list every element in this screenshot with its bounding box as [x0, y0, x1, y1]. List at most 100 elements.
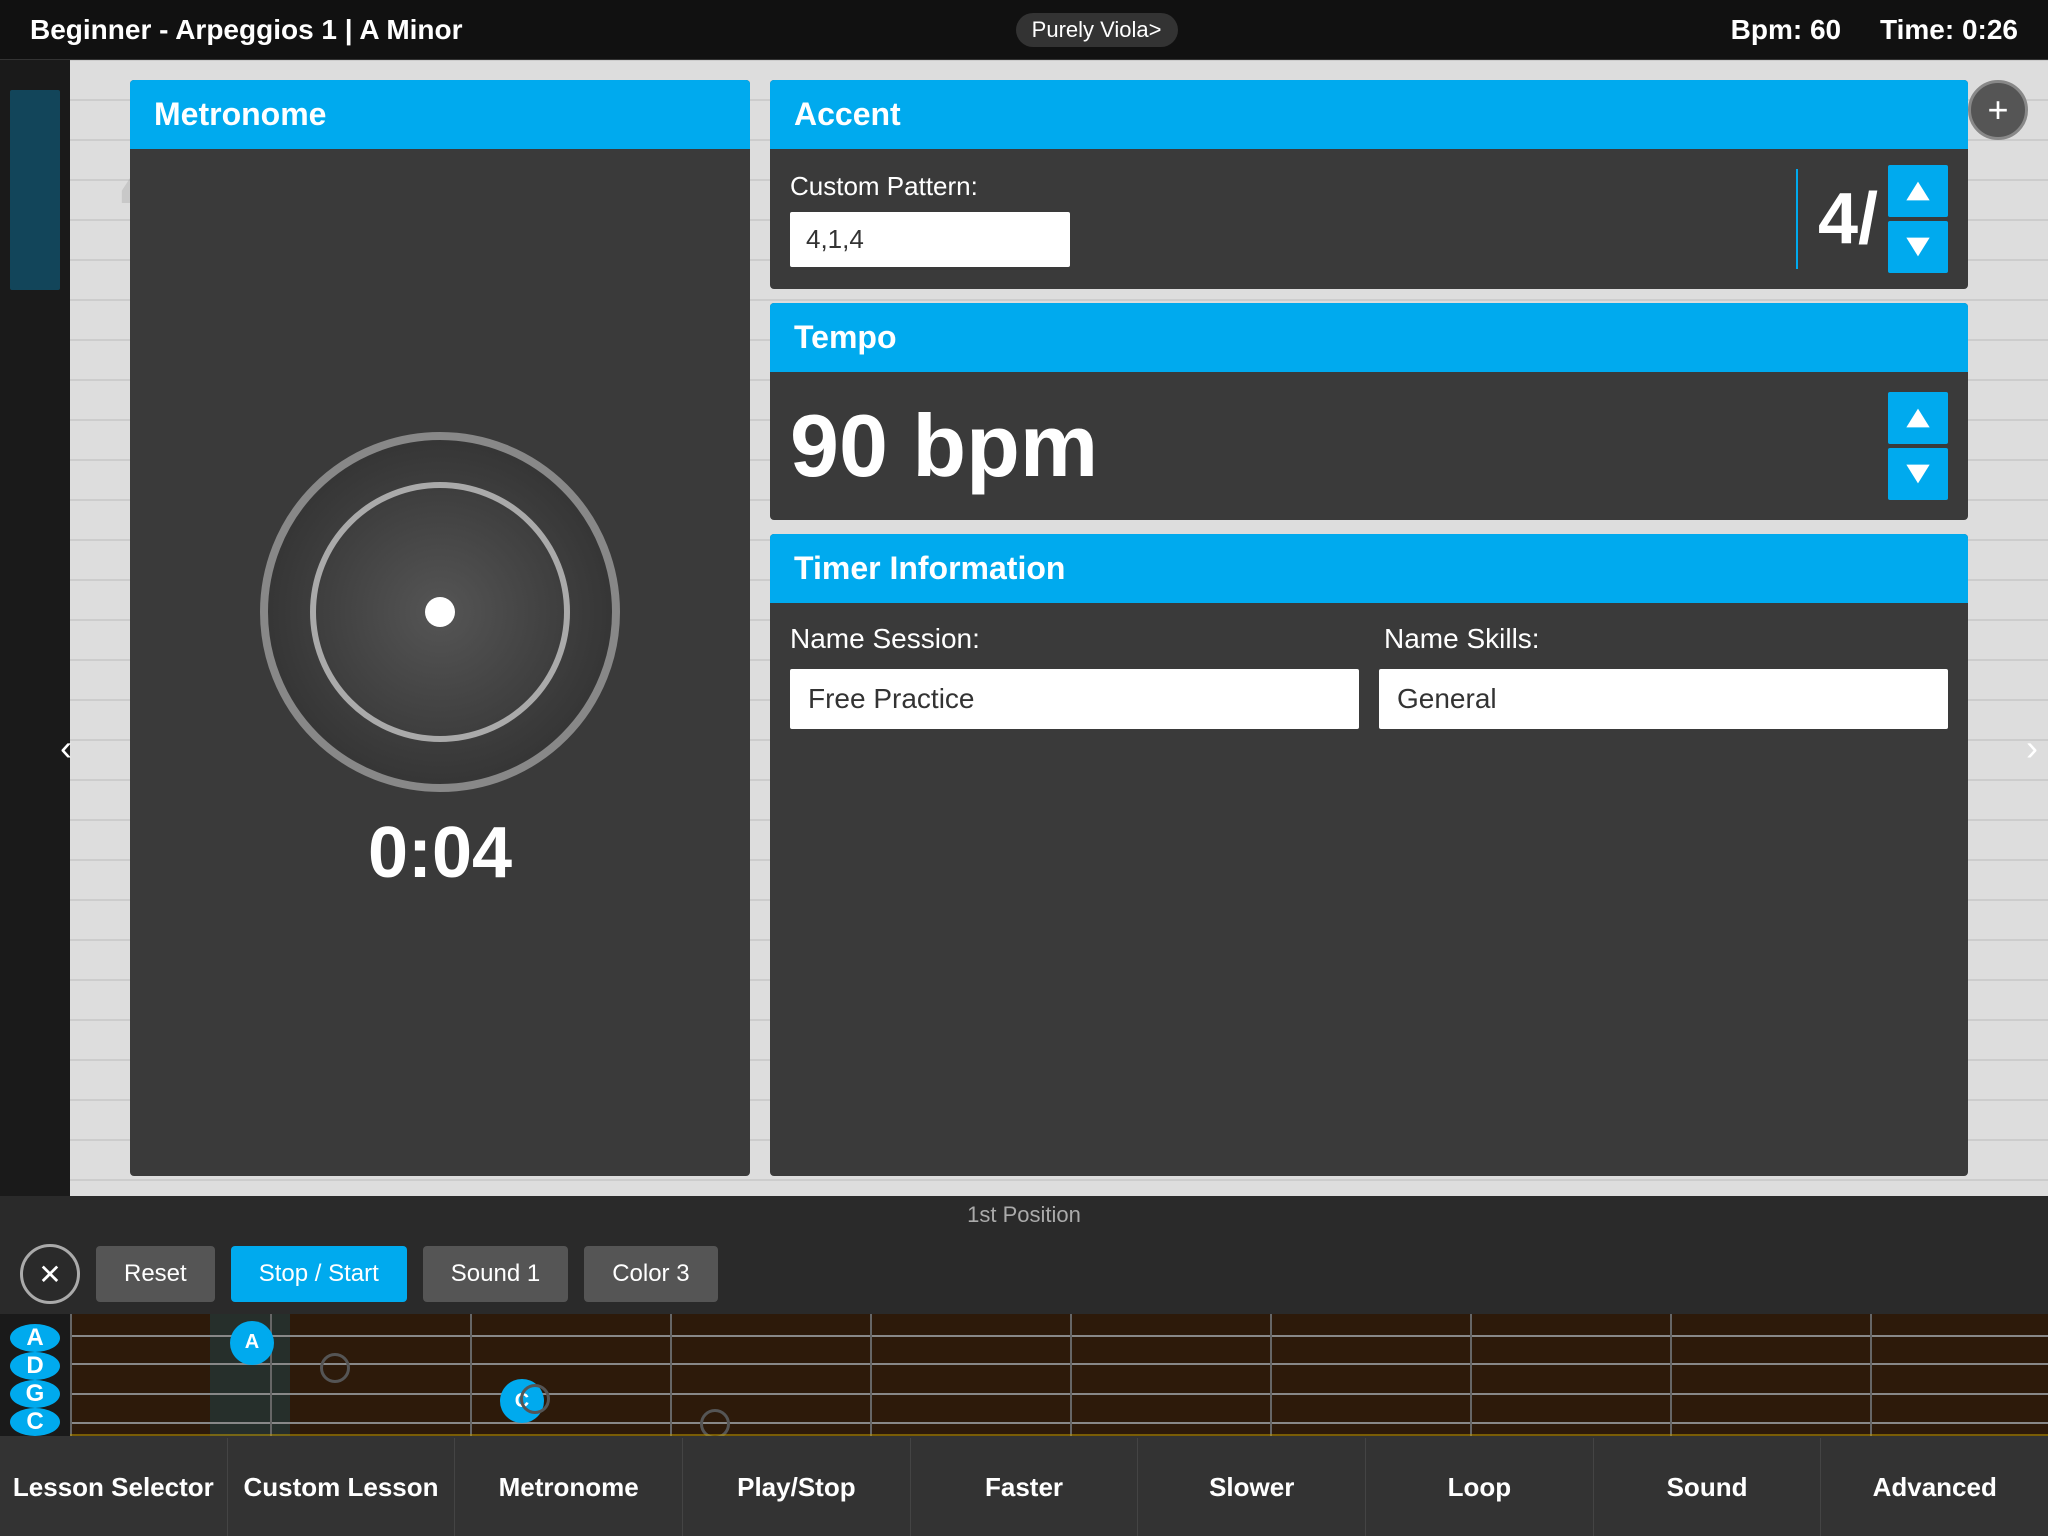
custom-lesson-label: Custom Lesson [243, 1472, 438, 1503]
panels-overlay: Metronome 0:04 Accent Custom Pattern: [110, 60, 1988, 1196]
color3-button[interactable]: Color 3 [584, 1246, 717, 1302]
tempo-body: 90 bpm [770, 372, 1968, 520]
string-labels-sidebar: A D G C [0, 1314, 70, 1444]
metronome-nav-button[interactable]: Metronome [455, 1438, 683, 1536]
accent-spinner [1888, 165, 1948, 273]
string-g: G [10, 1380, 60, 1408]
tempo-up-button[interactable] [1888, 392, 1948, 444]
bottom-nav: Lesson Selector Custom Lesson Metronome … [0, 1436, 2048, 1536]
fret-2 [470, 1314, 472, 1444]
open-string-1 [320, 1353, 350, 1383]
name-skills-input[interactable] [1379, 669, 1948, 729]
faster-button[interactable]: Faster [911, 1438, 1139, 1536]
metronome-body: 0:04 [130, 149, 750, 1176]
right-arrow-button[interactable]: › [2026, 727, 2038, 769]
loop-button[interactable]: Loop [1366, 1438, 1594, 1536]
fret-7 [1470, 1314, 1472, 1444]
fretboard-section: 1st Position ✕ Reset Stop / Start Sound … [0, 1196, 2048, 1436]
time-display: Time: 0:26 [1880, 14, 2018, 45]
fret-6 [1270, 1314, 1272, 1444]
accent-down-button[interactable] [1888, 221, 1948, 273]
fret-3 [670, 1314, 672, 1444]
accent-panel: Accent Custom Pattern: 4/ [770, 80, 1968, 289]
lesson-title: Beginner - Arpeggios 1 | A Minor [30, 14, 463, 46]
sound-button[interactable]: Sound [1594, 1438, 1822, 1536]
slower-label: Slower [1209, 1472, 1294, 1503]
custom-pattern-input[interactable] [790, 212, 1070, 267]
timer-body: Name Session: Name Skills: [770, 603, 1968, 749]
right-panel: Accent Custom Pattern: 4/ [770, 80, 1968, 1176]
name-skills-label: Name Skills: [1384, 623, 1948, 655]
close-button[interactable]: ✕ [20, 1244, 80, 1304]
sound1-button[interactable]: Sound 1 [423, 1246, 568, 1302]
metronome-timer: 0:04 [368, 812, 512, 894]
accent-up-button[interactable] [1888, 165, 1948, 217]
tempo-down-button[interactable] [1888, 448, 1948, 500]
stop-start-button[interactable]: Stop / Start [231, 1246, 407, 1302]
fretboard-row: A D G C [0, 1314, 2048, 1444]
accent-header: Accent [770, 80, 1968, 149]
accent-value-section: 4/ [1818, 165, 1948, 273]
advanced-label: Advanced [1873, 1472, 1997, 1503]
left-nav-container: ‹ [60, 727, 72, 769]
fret-9 [1870, 1314, 1872, 1444]
fretboard-visual: A C [70, 1314, 2048, 1444]
sidebar-accent [10, 90, 60, 290]
accent-divider [1796, 169, 1798, 269]
control-bar: ✕ Reset Stop / Start Sound 1 Color 3 [0, 1234, 2048, 1314]
metronome-circle-outer [260, 432, 620, 792]
bpm-display: Bpm: 60 [1731, 14, 1841, 45]
fret-0 [70, 1314, 72, 1444]
slower-button[interactable]: Slower [1138, 1438, 1366, 1536]
metronome-panel: Metronome 0:04 [130, 80, 750, 1176]
faster-label: Faster [985, 1472, 1063, 1503]
note-dot-1: A [230, 1321, 274, 1365]
lesson-selector-label: Lesson Selector [13, 1472, 214, 1503]
advanced-button[interactable]: Advanced [1821, 1438, 2048, 1536]
left-sidebar-strip [0, 60, 70, 1196]
left-arrow-button[interactable]: ‹ [60, 727, 72, 769]
main-wrapper: 4 Metronome 0:04 Accent Cus [0, 60, 2048, 1436]
timer-inputs-row [790, 669, 1948, 729]
name-session-input[interactable] [790, 669, 1359, 729]
loop-label: Loop [1448, 1472, 1512, 1503]
string-line-4 [70, 1422, 2048, 1424]
accent-body: Custom Pattern: 4/ [770, 149, 1968, 289]
timer-header: Timer Information [770, 534, 1968, 603]
position-label: 1st Position [0, 1196, 2048, 1234]
timer-panel: Timer Information Name Session: Name Ski… [770, 534, 1968, 1176]
tempo-value: 90 bpm [790, 395, 1098, 497]
string-c: C [10, 1408, 60, 1436]
position-label-text: 1st Position [967, 1202, 1081, 1227]
custom-lesson-button[interactable]: Custom Lesson [228, 1438, 456, 1536]
plus-button[interactable]: + [1968, 80, 2028, 140]
bpm-time-display: Bpm: 60 Time: 0:26 [1731, 14, 2018, 46]
metronome-circle-inner [310, 482, 570, 742]
top-bar: Beginner - Arpeggios 1 | A Minor Purely … [0, 0, 2048, 60]
name-session-label: Name Session: [790, 623, 1354, 655]
string-line-1 [70, 1335, 2048, 1337]
sound-label: Sound [1667, 1472, 1748, 1503]
string-line-2 [70, 1363, 2048, 1365]
tempo-panel: Tempo 90 bpm [770, 303, 1968, 520]
fret-8 [1670, 1314, 1672, 1444]
string-a: A [10, 1324, 60, 1352]
reset-button[interactable]: Reset [96, 1246, 215, 1302]
right-nav-container: › [2026, 727, 2038, 769]
close-icon: ✕ [38, 1258, 61, 1291]
play-stop-label: Play/Stop [737, 1472, 855, 1503]
open-string-2 [520, 1384, 550, 1414]
timer-labels-row: Name Session: Name Skills: [790, 623, 1948, 655]
lesson-selector-button[interactable]: Lesson Selector [0, 1438, 228, 1536]
tempo-header: Tempo [770, 303, 1968, 372]
fret-5 [1070, 1314, 1072, 1444]
fret-4 [870, 1314, 872, 1444]
metronome-nav-label: Metronome [499, 1472, 639, 1503]
metronome-header: Metronome [130, 80, 750, 149]
string-d: D [10, 1352, 60, 1380]
string-line-3 [70, 1393, 2048, 1395]
metronome-center-dot [425, 597, 455, 627]
play-stop-button[interactable]: Play/Stop [683, 1438, 911, 1536]
custom-pattern-section: Custom Pattern: [790, 171, 1776, 267]
custom-pattern-label: Custom Pattern: [790, 171, 1776, 202]
